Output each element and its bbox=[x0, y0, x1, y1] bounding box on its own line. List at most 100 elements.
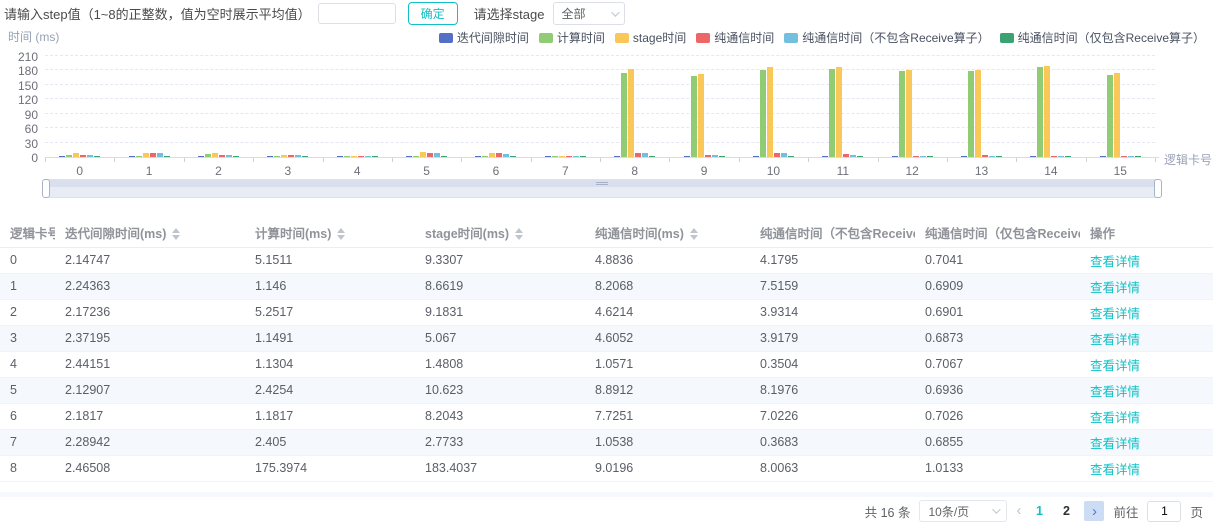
x-tick-mark bbox=[531, 158, 532, 162]
bar[interactable] bbox=[899, 71, 905, 157]
view-details-link[interactable]: 查看详情 bbox=[1090, 333, 1140, 347]
x-axis-line bbox=[45, 157, 1159, 158]
gridline bbox=[45, 142, 1155, 143]
legend-item[interactable]: stage时间 bbox=[615, 29, 686, 46]
column-header[interactable]: 纯通信时间(ms) bbox=[585, 218, 750, 247]
legend-item[interactable]: 迭代间隙时间 bbox=[439, 29, 529, 46]
view-details-link[interactable]: 查看详情 bbox=[1090, 385, 1140, 399]
table-cell: 1.1491 bbox=[245, 325, 415, 351]
bar[interactable] bbox=[1037, 67, 1043, 157]
column-header[interactable]: stage时间(ms) bbox=[415, 218, 585, 247]
legend-item[interactable]: 纯通信时间 bbox=[696, 29, 774, 46]
view-details-link[interactable]: 查看详情 bbox=[1090, 307, 1140, 321]
table-cell: 7.0226 bbox=[750, 403, 915, 429]
table-cell-action: 查看详情 bbox=[1080, 403, 1213, 429]
page-number-list: 12 bbox=[1030, 504, 1075, 518]
table-cell: 2.28942 bbox=[55, 429, 245, 455]
table-cell: 6 bbox=[0, 403, 55, 429]
bar[interactable] bbox=[975, 70, 981, 157]
view-details-link[interactable]: 查看详情 bbox=[1090, 281, 1140, 295]
table-cell-action: 查看详情 bbox=[1080, 273, 1213, 299]
view-details-link[interactable]: 查看详情 bbox=[1090, 255, 1140, 269]
sort-caret-icon[interactable] bbox=[337, 228, 345, 240]
bar[interactable] bbox=[836, 67, 842, 157]
goto-page-input[interactable] bbox=[1147, 501, 1181, 522]
sort-caret-icon[interactable] bbox=[690, 228, 698, 240]
bar[interactable] bbox=[760, 70, 766, 157]
pagination: 共 16 条 10条/页 ‹ 12 › 前往 页 bbox=[865, 500, 1203, 522]
legend-item[interactable]: 计算时间 bbox=[539, 29, 605, 46]
sort-caret-icon[interactable] bbox=[515, 228, 523, 240]
bar[interactable] bbox=[767, 67, 773, 157]
column-header[interactable]: 纯通信时间（仅包含Receive... bbox=[915, 218, 1080, 247]
x-tick-label: 6 bbox=[493, 164, 500, 178]
goto-suffix: 页 bbox=[1190, 502, 1203, 521]
table-row: 02.147475.15119.33074.88364.17950.7041查看… bbox=[0, 247, 1213, 273]
next-page-button[interactable]: › bbox=[1084, 501, 1104, 521]
table-cell: 3.9179 bbox=[750, 325, 915, 351]
bar[interactable] bbox=[691, 76, 697, 157]
table-cell: 1.0571 bbox=[585, 351, 750, 377]
view-details-link[interactable]: 查看详情 bbox=[1090, 437, 1140, 451]
table-row: 12.243631.1468.66198.20687.51590.6909查看详… bbox=[0, 273, 1213, 299]
x-tick-mark bbox=[45, 158, 46, 162]
step-input[interactable] bbox=[318, 3, 396, 24]
table-cell: 9.0196 bbox=[585, 455, 750, 481]
table-cell: 10.623 bbox=[415, 377, 585, 403]
bar[interactable] bbox=[698, 74, 704, 157]
column-header-label: 纯通信时间（仅包含Receive... bbox=[925, 227, 1080, 241]
bar[interactable] bbox=[829, 69, 835, 157]
table-cell: 1.4808 bbox=[415, 351, 585, 377]
table-cell: 9.1831 bbox=[415, 299, 585, 325]
table-row: 32.371951.14915.0674.60523.91790.6873查看详… bbox=[0, 325, 1213, 351]
table-cell: 0.3683 bbox=[750, 429, 915, 455]
y-tick-label: 180 bbox=[2, 64, 38, 78]
table-cell: 2.17236 bbox=[55, 299, 245, 325]
column-header: 逻辑卡号 bbox=[0, 218, 55, 247]
table-cell: 0.6909 bbox=[915, 273, 1080, 299]
x-tick-mark bbox=[600, 158, 601, 162]
legend-item[interactable]: 纯通信时间（仅包含Receive算子） bbox=[1000, 29, 1205, 46]
bar[interactable] bbox=[1044, 66, 1050, 157]
column-header[interactable]: 纯通信时间（不包含Receive... bbox=[750, 218, 915, 247]
legend-item[interactable]: 纯通信时间（不包含Receive算子） bbox=[784, 29, 989, 46]
table-cell: 7.7251 bbox=[585, 403, 750, 429]
bar[interactable] bbox=[1107, 75, 1113, 157]
page-number-2[interactable]: 2 bbox=[1057, 504, 1075, 518]
bar[interactable] bbox=[628, 69, 634, 157]
x-tick-label: 1 bbox=[146, 164, 153, 178]
column-header[interactable]: 迭代间隙时间(ms) bbox=[55, 218, 245, 247]
bar[interactable] bbox=[906, 70, 912, 157]
gridline bbox=[45, 127, 1155, 128]
confirm-button[interactable]: 确定 bbox=[408, 2, 458, 25]
prev-page-button[interactable]: ‹ bbox=[1016, 501, 1021, 521]
x-tick-mark bbox=[392, 158, 393, 162]
data-zoom-right-handle[interactable] bbox=[1154, 179, 1162, 198]
data-zoom-slider[interactable] bbox=[45, 179, 1159, 198]
chevron-down-icon bbox=[612, 8, 620, 16]
table-row: 42.441511.13041.48081.05710.35040.7067查看… bbox=[0, 351, 1213, 377]
table-cell: 0.6901 bbox=[915, 299, 1080, 325]
x-tick-mark bbox=[461, 158, 462, 162]
view-details-link[interactable]: 查看详情 bbox=[1090, 411, 1140, 425]
view-details-link[interactable]: 查看详情 bbox=[1090, 463, 1140, 477]
table-cell: 175.3974 bbox=[245, 455, 415, 481]
column-header[interactable]: 计算时间(ms) bbox=[245, 218, 415, 247]
page-size-select[interactable]: 10条/页 bbox=[919, 500, 1007, 522]
x-tick-mark bbox=[947, 158, 948, 162]
chart-legend: 迭代间隙时间计算时间 stage时间纯通信时间纯通信时间（不包含Receive算子… bbox=[439, 29, 1205, 46]
column-header-label: 逻辑卡号 bbox=[10, 227, 55, 241]
data-zoom-left-handle[interactable] bbox=[42, 179, 50, 198]
stage-select[interactable]: 全部 bbox=[553, 2, 625, 25]
table-row: 62.18171.18178.20437.72517.02260.7026查看详… bbox=[0, 403, 1213, 429]
view-details-link[interactable]: 查看详情 bbox=[1090, 359, 1140, 373]
x-tick-label: 8 bbox=[631, 164, 638, 178]
bar[interactable] bbox=[1114, 73, 1120, 157]
table-cell: 1.1304 bbox=[245, 351, 415, 377]
y-tick-label: 0 bbox=[2, 151, 38, 165]
legend-swatch-icon bbox=[615, 33, 629, 43]
bar[interactable] bbox=[968, 71, 974, 157]
page-number-1[interactable]: 1 bbox=[1030, 504, 1048, 518]
sort-caret-icon[interactable] bbox=[172, 228, 180, 240]
bar[interactable] bbox=[621, 73, 627, 157]
